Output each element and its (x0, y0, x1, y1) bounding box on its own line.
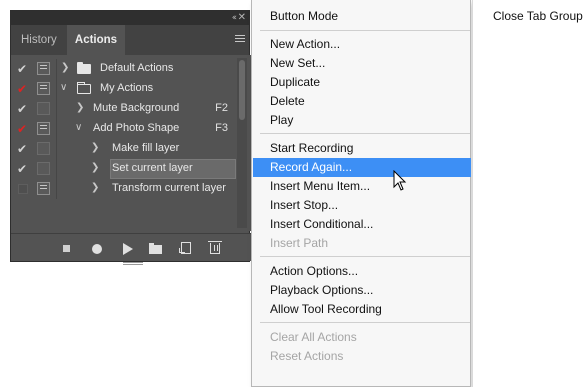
actions-panel: ‹‹ ✕ History Actions ✔ ❯ Default Actions… (10, 10, 251, 265)
action-set-label: My Actions (100, 82, 154, 94)
close-panel-icon[interactable]: ✕ (238, 12, 246, 23)
stop-icon[interactable] (63, 245, 70, 252)
command-label: Transform current layer (112, 182, 226, 194)
function-key-label: F2 (215, 102, 228, 114)
menu-separator (260, 30, 470, 31)
chevron-right-icon[interactable]: ❯ (61, 62, 71, 74)
menu-item-insert-menu-item[interactable]: Insert Menu Item... (253, 177, 471, 196)
toggle-item-check-icon[interactable]: ✔ (17, 123, 29, 135)
list-scrollbar[interactable] (237, 58, 247, 228)
folder-open-icon (77, 82, 91, 94)
menu-item-new-action[interactable]: New Action... (253, 35, 471, 54)
toggle-dialog-icon[interactable] (37, 102, 50, 115)
action-set-row[interactable]: ✔ ∨ My Actions (11, 79, 236, 99)
command-row[interactable]: ❯ Transform current layer (11, 179, 236, 199)
actions-list: ✔ ❯ Default Actions ✔ ∨ My Actions ✔ ❯ M… (11, 55, 251, 231)
column-divider (56, 179, 57, 199)
toggle-dialog-icon[interactable] (37, 182, 50, 195)
action-set-label: Default Actions (100, 62, 174, 74)
menu-item-delete[interactable]: Delete (253, 92, 471, 111)
actions-flyout-menu: Button Mode New Action... New Set... Dup… (251, 0, 471, 387)
menu-item-start-recording[interactable]: Start Recording (253, 139, 471, 158)
menu-item-insert-path: Insert Path (270, 236, 329, 250)
action-row[interactable]: ✔ ∨ Add Photo Shape F3 (11, 119, 236, 139)
tab-actions[interactable]: Actions (67, 25, 125, 55)
menu-separator (260, 322, 470, 323)
scrollbar-thumb[interactable] (239, 60, 245, 120)
menu-item-insert-conditional[interactable]: Insert Conditional... (253, 215, 471, 234)
column-divider (56, 79, 57, 99)
column-divider (56, 59, 57, 79)
command-row[interactable]: ✔ ❯ Make fill layer (11, 139, 236, 159)
toggle-item-check-icon[interactable]: ✔ (17, 63, 29, 75)
new-set-folder-icon[interactable] (149, 243, 162, 254)
trash-icon[interactable] (208, 241, 222, 254)
panel-menu-icon[interactable] (235, 35, 245, 44)
toggle-item-check-icon[interactable]: ✔ (17, 163, 29, 175)
panel-footer-toolbar (11, 233, 251, 265)
menu-item-record-again[interactable]: Record Again... (253, 158, 471, 177)
command-label: Set current layer (112, 162, 193, 174)
play-icon[interactable] (123, 243, 133, 255)
menu-item-close-tab-group[interactable]: Close Tab Group (474, 7, 586, 26)
menu-item-reset-actions: Reset Actions (270, 349, 344, 361)
menu-item-clear-all-actions: Clear All Actions (270, 330, 357, 344)
chevron-down-icon[interactable]: ∨ (60, 82, 70, 94)
column-divider (56, 119, 57, 139)
tab-history[interactable]: History (11, 25, 67, 55)
chevron-right-icon[interactable]: ❯ (91, 142, 101, 154)
mouse-pointer-icon (393, 170, 407, 191)
column-divider (56, 99, 57, 119)
menu-item-play[interactable]: Play (253, 111, 471, 130)
menu-separator (260, 133, 470, 134)
toggle-item-empty-box[interactable] (18, 184, 28, 194)
menu-item-insert-stop[interactable]: Insert Stop... (253, 196, 471, 215)
toggle-item-check-icon[interactable]: ✔ (17, 143, 29, 155)
actions-flyout-menu-column-2: Close Tab Group (472, 0, 586, 387)
toggle-dialog-icon[interactable] (37, 82, 50, 95)
record-icon[interactable] (92, 244, 102, 254)
menu-item-playback-options[interactable]: Playback Options... (253, 281, 471, 300)
menu-item-allow-tool-recording[interactable]: Allow Tool Recording (253, 300, 471, 319)
chevron-down-icon[interactable]: ∨ (75, 122, 85, 134)
action-label: Mute Background (93, 102, 180, 114)
menu-separator (260, 256, 470, 257)
command-label: Make fill layer (112, 142, 180, 154)
action-label: Add Photo Shape (93, 122, 180, 134)
collapse-panel-icon[interactable]: ‹‹ (232, 13, 237, 23)
action-row[interactable]: ✔ ❯ Mute Background F2 (11, 99, 236, 119)
action-set-row[interactable]: ✔ ❯ Default Actions (11, 59, 236, 79)
function-key-label: F3 (215, 122, 228, 134)
menu-item-action-options[interactable]: Action Options... (253, 262, 471, 281)
toggle-dialog-icon[interactable] (37, 162, 50, 175)
chevron-right-icon[interactable]: ❯ (91, 162, 101, 174)
folder-icon (77, 62, 91, 74)
toggle-dialog-icon[interactable] (37, 122, 50, 135)
chevron-right-icon[interactable]: ❯ (76, 102, 86, 114)
panel-title-bar: ‹‹ ✕ (11, 11, 249, 25)
menu-item-new-set[interactable]: New Set... (253, 54, 471, 73)
menu-item-button-mode[interactable]: Button Mode (253, 7, 471, 26)
column-divider (56, 159, 57, 179)
new-action-icon[interactable] (179, 242, 191, 254)
toggle-item-check-icon[interactable]: ✔ (17, 83, 29, 95)
screenshot-stage: ‹‹ ✕ History Actions ✔ ❯ Default Actions… (0, 0, 586, 387)
toggle-dialog-icon[interactable] (37, 142, 50, 155)
panel-tab-bar: History Actions (11, 25, 249, 55)
chevron-right-icon[interactable]: ❯ (91, 182, 101, 194)
command-row-selected[interactable]: ✔ ❯ Set current layer (11, 159, 236, 179)
menu-item-duplicate[interactable]: Duplicate (253, 73, 471, 92)
resize-grip[interactable] (123, 262, 143, 265)
column-divider (56, 139, 57, 159)
toggle-item-check-icon[interactable]: ✔ (17, 103, 29, 115)
toggle-dialog-icon[interactable] (37, 62, 50, 75)
